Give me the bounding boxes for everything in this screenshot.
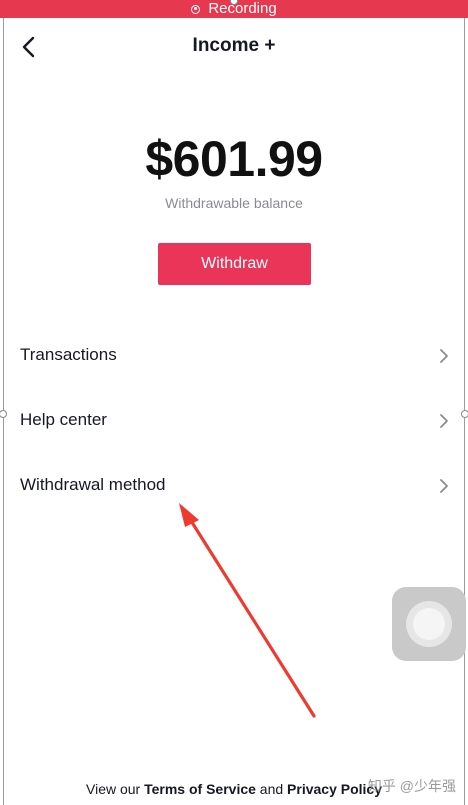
menu-item-label: Withdrawal method <box>20 475 166 494</box>
menu-item-help-center[interactable]: Help center <box>0 397 468 447</box>
footer-prefix: View our <box>86 781 145 797</box>
menu-item-transactions[interactable]: Transactions <box>0 332 468 382</box>
page-title: Income + <box>192 35 276 56</box>
balance-amount: $601.99 <box>145 131 323 187</box>
chevron-right-icon <box>440 479 448 493</box>
watermark-text: 知乎 @少年强 <box>367 778 456 794</box>
menu-item-label: Transactions <box>20 345 117 364</box>
page-header: Income + <box>0 28 468 68</box>
balance-label: Withdrawable balance <box>165 195 303 211</box>
footer-conjunction: and <box>255 781 288 797</box>
terms-of-service-link[interactable]: Terms of Service <box>144 781 256 797</box>
withdraw-button[interactable]: Withdraw <box>158 243 311 285</box>
chevron-right-icon <box>440 414 448 428</box>
recording-label: Recording <box>208 0 277 17</box>
record-icon <box>191 4 201 14</box>
chevron-right-icon <box>440 349 448 363</box>
assistive-touch-button[interactable] <box>392 587 466 661</box>
menu-item-label: Help center <box>20 410 107 429</box>
assistive-touch-core <box>413 608 445 640</box>
menu-item-withdrawal-method[interactable]: Withdrawal method <box>0 462 468 512</box>
